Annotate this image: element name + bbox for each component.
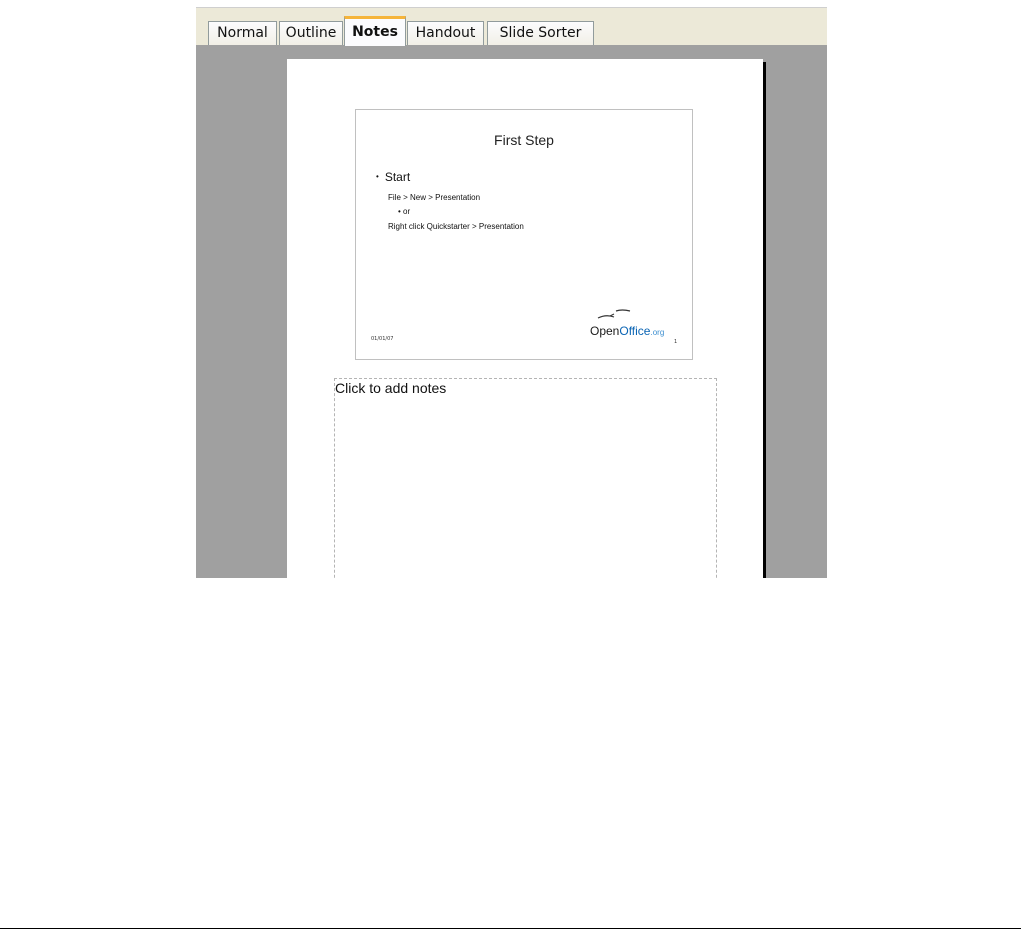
slide-bullet: • Start (376, 170, 410, 184)
logo-open: Open (590, 324, 620, 338)
bullet-marker: • (376, 172, 379, 181)
slide-date: 01/01/07 (371, 336, 394, 342)
slide-title: First Step (494, 132, 554, 148)
seagull-icon (597, 309, 631, 319)
slide-subline-or: • or (398, 207, 411, 216)
notes-page: First Step • Start File > New > Presentat… (287, 59, 763, 578)
impress-window: Normal Outline Notes Handout Slide Sorte… (196, 7, 827, 578)
slide-number: 1 (674, 339, 678, 345)
tab-outline[interactable]: Outline (279, 21, 343, 45)
logo-office: Office (619, 324, 651, 338)
openoffice-logo: OpenOffice.org (588, 308, 688, 342)
notes-placeholder: Click to add notes (335, 380, 447, 396)
tab-normal[interactable]: Normal (208, 21, 277, 45)
view-tab-bar: Normal Outline Notes Handout Slide Sorte… (196, 7, 827, 46)
tab-slide-sorter[interactable]: Slide Sorter (487, 21, 594, 45)
tab-notes[interactable]: Notes (344, 16, 406, 46)
logo-org: .org (650, 328, 665, 337)
slide-subline-file: File > New > Presentation (388, 193, 481, 202)
slide-subline-quickstarter: Right click Quickstarter > Presentation (388, 222, 524, 231)
notes-text-area[interactable]: Click to add notes (334, 378, 717, 578)
notes-workspace[interactable]: First Step • Start File > New > Presentat… (196, 45, 827, 578)
bottom-divider (0, 928, 1021, 929)
slide-thumbnail[interactable]: First Step • Start File > New > Presentat… (355, 109, 693, 360)
slide-bullet-text: Start (384, 170, 411, 184)
logo-text: OpenOffice.org (590, 324, 664, 338)
tab-handout[interactable]: Handout (407, 21, 484, 45)
